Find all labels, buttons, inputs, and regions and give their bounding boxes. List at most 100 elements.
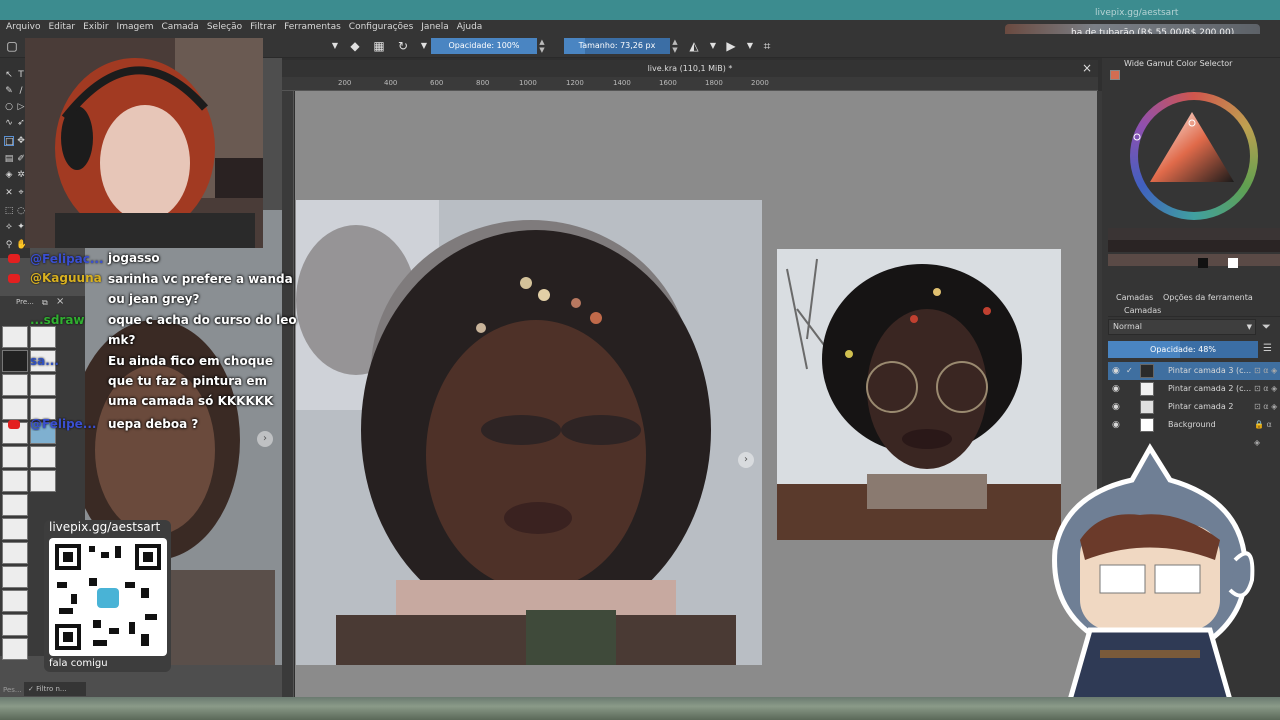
menu-filtrar[interactable]: Filtrar	[250, 22, 276, 32]
chevron-down-icon[interactable]: ▼	[417, 39, 431, 53]
menu-arquivo[interactable]: Arquivo	[6, 22, 40, 32]
layer-row[interactable]: ◉ Pintar camada 2 ⊡ α ◈	[1108, 398, 1280, 416]
window-frame-top	[0, 0, 1280, 20]
menu-configuracoes[interactable]: Configurações	[349, 22, 413, 32]
eye-icon[interactable]: ◉	[1112, 362, 1120, 380]
chevron-down-icon[interactable]: ▼	[328, 39, 342, 53]
layer-name: Pintar camada 2 (c...	[1168, 384, 1252, 393]
new-document-icon[interactable]: ▢	[5, 39, 19, 53]
webcam-feed	[25, 38, 263, 248]
brush-preset[interactable]	[30, 470, 56, 492]
shark-mascot-drawing	[1052, 443, 1255, 703]
size-spin-arrows[interactable]: ▲ ▼	[671, 38, 679, 54]
layer-lock-icon[interactable]: ⊡ α ◈	[1254, 380, 1277, 398]
document-title: live.kra (110,1 MiB) *	[647, 64, 733, 73]
brush-preset[interactable]	[2, 590, 28, 612]
eye-icon[interactable]: ◉	[1112, 398, 1120, 416]
palette-swatches	[1108, 228, 1280, 268]
eraser-icon[interactable]: ◆	[348, 39, 362, 53]
layer-name: Background	[1168, 420, 1216, 429]
brush-size-slider[interactable]: Tamanho: 73,26 px	[564, 38, 670, 54]
webcam-overlay	[25, 38, 263, 248]
ellipse-tool-icon[interactable]: ○	[4, 102, 14, 112]
menu-editar[interactable]: Editar	[48, 22, 75, 32]
filter-icon[interactable]: ⏷	[1262, 320, 1271, 334]
horizontal-ruler: 200 400 600 800 1000 1200 1400 1600 1800…	[282, 77, 1098, 91]
brush-preset[interactable]	[2, 518, 28, 540]
transform-tool-icon[interactable]: □	[4, 136, 14, 147]
preset-search-input[interactable]: Pes...	[3, 686, 22, 694]
brush-preset[interactable]	[30, 446, 56, 468]
lasso-select-tool-icon[interactable]: ⟡	[4, 222, 14, 232]
menu-ferramentas[interactable]: Ferramentas	[284, 22, 341, 32]
opacity-spin-arrows[interactable]: ▲ ▼	[538, 38, 546, 54]
mirror-icon[interactable]: ◭	[687, 39, 701, 53]
eye-icon[interactable]: ◉	[1112, 380, 1120, 398]
menu-imagem[interactable]: Imagem	[117, 22, 154, 32]
youtube-icon	[8, 254, 20, 263]
chevron-down-icon[interactable]: ▼	[706, 39, 720, 53]
layer-opacity-slider[interactable]: Opacidade: 48%	[1108, 341, 1258, 358]
layer-opacity-label: Opacidade: 48%	[1150, 345, 1216, 354]
ruler-tick: 600	[430, 79, 444, 87]
foreground-color-swatch[interactable]	[1110, 70, 1120, 80]
fill-tool-icon[interactable]: ◈	[4, 170, 14, 180]
qr-code-pattern	[55, 544, 161, 650]
brush-preset[interactable]	[2, 446, 28, 468]
eye-icon[interactable]: ◉	[1112, 416, 1120, 434]
freehand-tool-icon[interactable]: ∿	[4, 118, 14, 128]
layer-row[interactable]: ◉ ✓ Pintar camada 3 (c... ⊡ α ◈	[1108, 362, 1280, 380]
qr-caption: fala comigu	[49, 658, 108, 669]
close-icon[interactable]: ×	[1082, 60, 1092, 77]
portrait-painting	[296, 200, 762, 665]
document-tab[interactable]: live.kra (110,1 MiB) * ×	[282, 60, 1098, 77]
select-tool-icon[interactable]: ↖	[4, 70, 14, 80]
assistant-tool-icon[interactable]: ✕	[4, 188, 14, 198]
chat-username: @Kaguuna	[30, 271, 102, 285]
brush-opacity-slider[interactable]: Opacidade: 100%	[431, 38, 537, 54]
filter-checkbox[interactable]: ✓ Filtro n...	[24, 682, 86, 696]
brush-preset[interactable]	[2, 542, 28, 564]
brush-preset[interactable]	[2, 614, 28, 636]
painting-canvas[interactable]	[296, 200, 762, 665]
brush-preset[interactable]	[2, 494, 28, 516]
menu-camada[interactable]: Camada	[162, 22, 199, 32]
ruler-tick: 400	[384, 79, 398, 87]
brush-preset[interactable]	[2, 638, 28, 660]
chevron-down-icon[interactable]: ▼	[743, 39, 757, 53]
brush-preset[interactable]	[2, 566, 28, 588]
menu-janela[interactable]: Janela	[421, 22, 448, 32]
menu-selecao[interactable]: Seleção	[207, 22, 242, 32]
layer-lock-icon[interactable]: ⊡ α ◈	[1254, 398, 1277, 416]
alpha-lock-icon[interactable]: ▦	[372, 39, 386, 53]
reference-photo	[777, 249, 1061, 540]
chat-username: sa...	[30, 354, 59, 368]
mirror-vertical-icon[interactable]: ▶	[724, 39, 738, 53]
brush-tool-icon[interactable]: ✎	[4, 86, 14, 96]
rect-select-tool-icon[interactable]: ⬚	[4, 206, 14, 216]
wrap-icon[interactable]: ⌗	[760, 39, 774, 53]
dock-tabs: Camadas Opções da ferramenta	[1108, 291, 1280, 304]
layers-panel-title: Camadas	[1108, 305, 1280, 317]
tab-opcoes-ferramenta[interactable]: Opções da ferramenta	[1163, 291, 1253, 304]
youtube-icon	[8, 420, 20, 429]
menu-ajuda[interactable]: Ajuda	[457, 22, 483, 32]
next-arrow-icon[interactable]: ›	[738, 452, 754, 468]
gradient-tool-icon[interactable]: ▤	[4, 154, 14, 164]
menu-exibir[interactable]: Exibir	[83, 22, 108, 32]
brush-preset[interactable]	[2, 470, 28, 492]
layer-lock-icon[interactable]: ⊡ α ◈	[1254, 362, 1277, 380]
layers-menu-icon[interactable]: ☰	[1263, 343, 1272, 354]
layer-name: Pintar camada 3 (c...	[1168, 366, 1252, 375]
layer-row[interactable]: ◉ Background 🔒 α ◈	[1108, 416, 1280, 447]
color-palette[interactable]	[1108, 228, 1280, 272]
livepix-qr-card: livepix.gg/aestsart fala comigu	[44, 520, 171, 672]
layer-row[interactable]: ◉ Pintar camada 2 (c... ⊡ α ◈	[1108, 380, 1280, 398]
color-triangle[interactable]	[1130, 92, 1258, 220]
chat-username: @Felipe...	[30, 417, 97, 431]
reset-icon[interactable]: ↻	[396, 39, 410, 53]
blend-mode-select[interactable]: Normal ▼	[1108, 319, 1256, 335]
tab-camadas[interactable]: Camadas	[1116, 291, 1153, 304]
qr-code	[49, 538, 167, 656]
color-wheel[interactable]	[1130, 92, 1258, 220]
